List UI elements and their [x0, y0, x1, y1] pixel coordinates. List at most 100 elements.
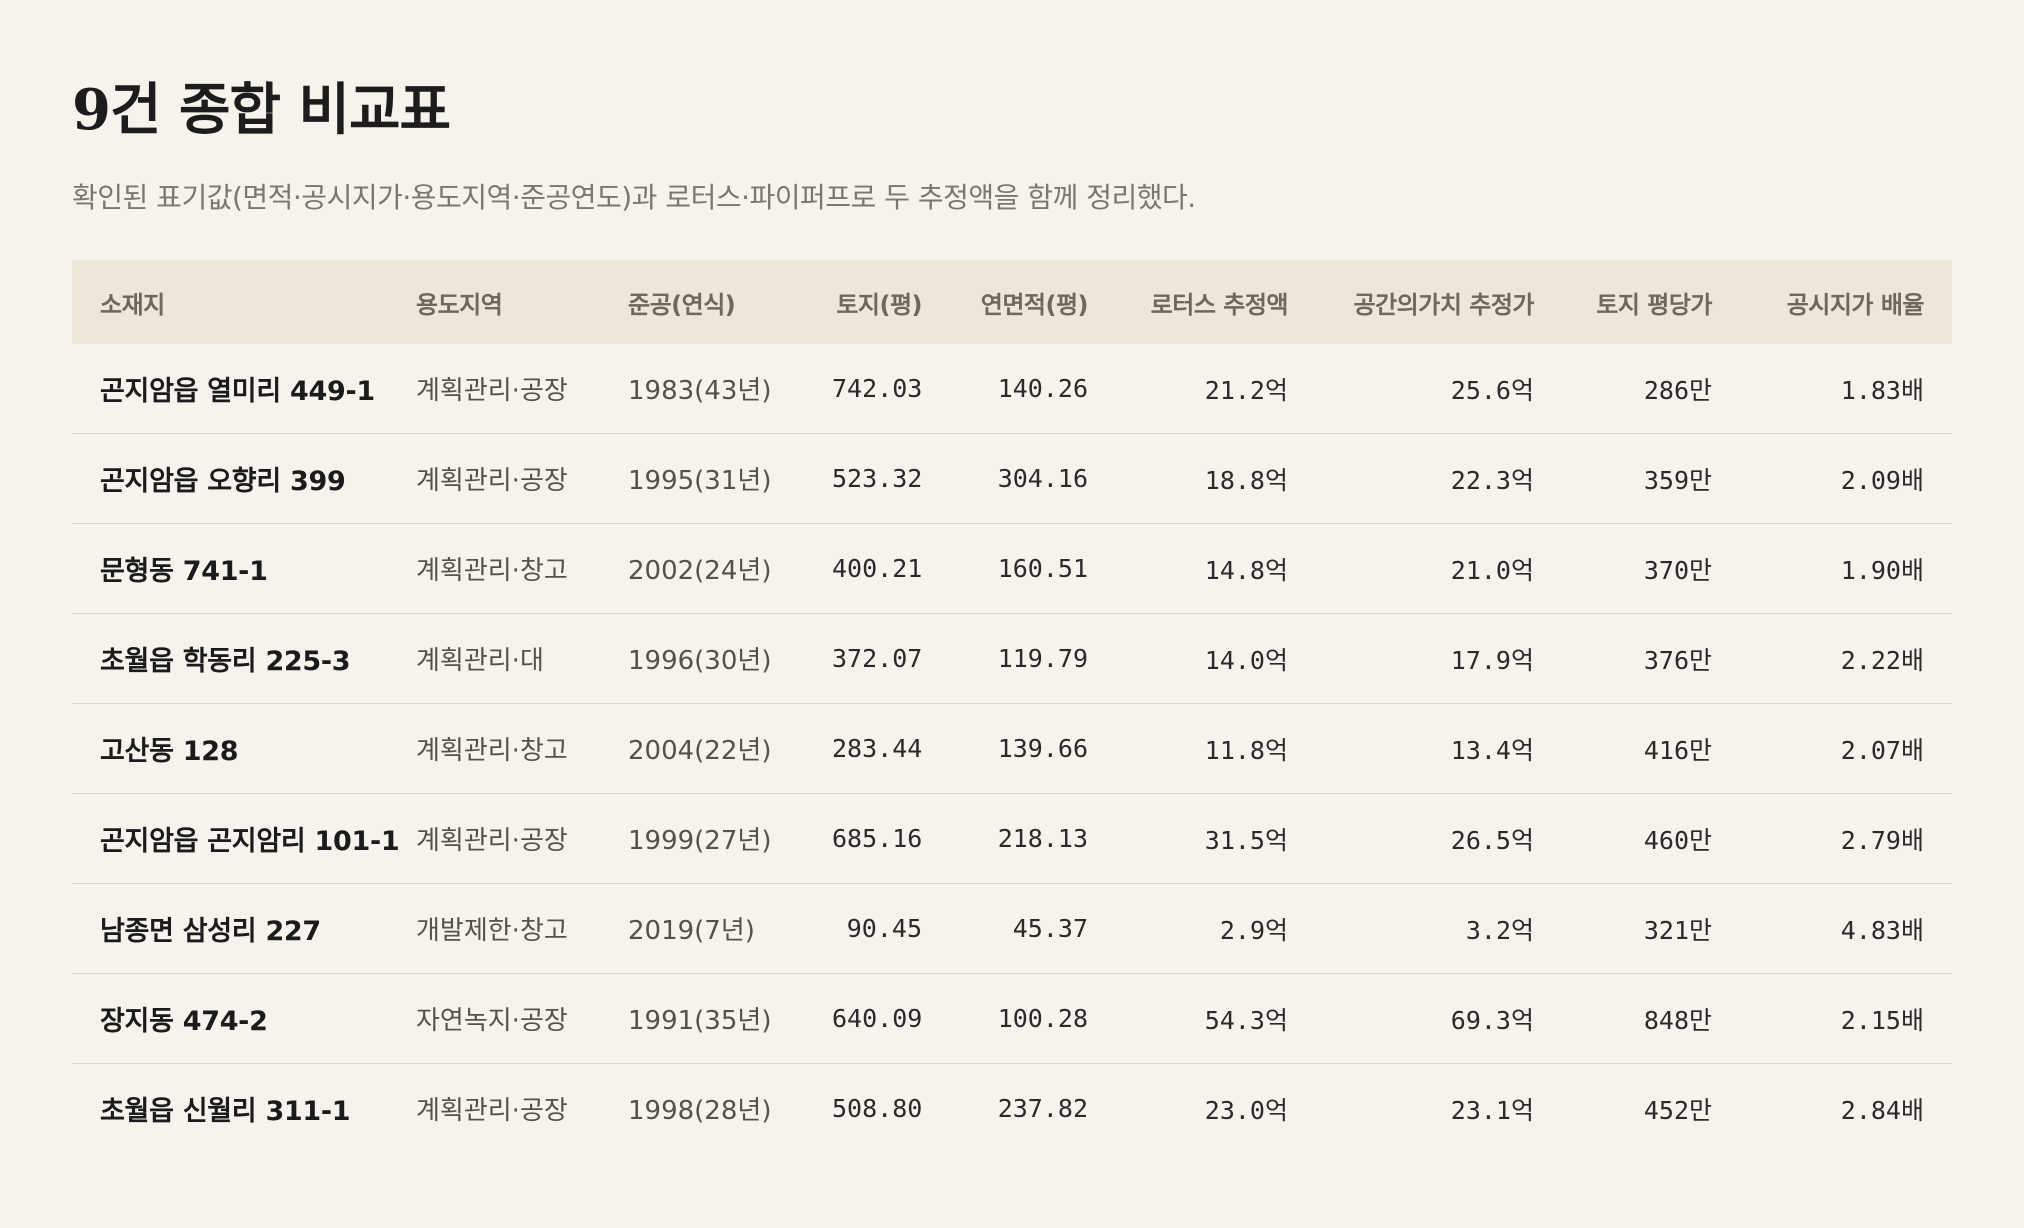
- cell-zoning: 개발제한·창고: [416, 883, 628, 974]
- cell-official-price-ratio: 2.79배: [1740, 793, 1952, 884]
- cell-lotus-estimate: 23.0억: [1116, 1063, 1316, 1153]
- cell-lotus-estimate: 31.5억: [1116, 793, 1316, 884]
- header-floor-area: 연면적(평): [980, 290, 1089, 319]
- cell-official-price-ratio: 4.83배: [1740, 883, 1952, 974]
- cell-space-value-estimate: 13.4억: [1316, 703, 1562, 794]
- cell-land-price-per-pyeong: 416만: [1562, 703, 1740, 794]
- cell-land-area: 400.21: [804, 523, 950, 614]
- cell-zoning: 계획관리·창고: [416, 523, 628, 614]
- cell-zoning: 계획관리·대: [416, 613, 628, 704]
- cell-location: 문형동 741-1: [72, 523, 416, 614]
- table-row: 장지동 474-2 자연녹지·공장 1991(35년) 640.09 100.28 54.…: [72, 973, 1952, 1064]
- cell-location: 초월읍 신월리 311-1: [72, 1063, 416, 1153]
- cell-floor-area: 218.13: [950, 793, 1116, 884]
- cell-floor-area: 139.66: [950, 703, 1116, 794]
- page-title: 9건 종합 비교표: [72, 77, 451, 143]
- cell-space-value-estimate: 25.6억: [1450, 375, 1534, 405]
- cell-built-year: 1998(28년): [628, 1063, 804, 1153]
- header-row: 소재지 용도지역 준공(연식) 토지(평) 연면적(평) 로터스 추정액 공간의…: [72, 260, 1952, 344]
- cell-official-price-ratio: 2.84배: [1740, 1063, 1952, 1153]
- cell-official-price-ratio: 1.90배: [1740, 523, 1952, 614]
- header-land-area: 토지(평): [836, 290, 922, 319]
- cell-built-year: 2019(7년): [628, 883, 804, 974]
- cell-zoning: 계획관리·공장: [416, 793, 628, 884]
- cell-location: 남종면 삼성리 227: [72, 883, 416, 974]
- cell-location: 장지동 474-2: [72, 973, 416, 1064]
- cell-built-year: 2004(22년): [628, 703, 804, 794]
- cell-land-area: 372.07: [804, 613, 950, 704]
- cell-built-year: 1983(43년): [628, 376, 772, 406]
- table-row: 남종면 삼성리 227 개발제한·창고 2019(7년) 90.45 45.37 2.9억…: [72, 883, 1952, 974]
- cell-lotus-estimate: 21.2억: [1204, 375, 1288, 405]
- cell-floor-area: 237.82: [950, 1063, 1116, 1153]
- table-row: 고산동 128 계획관리·창고 2004(22년) 283.44 139.66 11.8억…: [72, 703, 1952, 794]
- cell-space-value-estimate: 26.5억: [1316, 793, 1562, 884]
- cell-land-area: 640.09: [804, 973, 950, 1064]
- cell-built-year: 1999(27년): [628, 793, 804, 884]
- page-subtitle: 확인된 표기값(면적·공시지가·용도지역·준공연도)과 로터스·파이퍼프로 두 …: [72, 181, 1196, 214]
- cell-land-price-per-pyeong: 848만: [1562, 973, 1740, 1064]
- table-body: 곤지암읍 열미리 449-1 계획관리·공장 1983(43년) 742.03 140.…: [72, 344, 1952, 1153]
- cell-official-price-ratio: 2.09배: [1740, 433, 1952, 524]
- cell-space-value-estimate: 69.3억: [1316, 973, 1562, 1064]
- cell-location: 곤지암읍 오향리 399: [72, 433, 416, 524]
- table-row: 곤지암읍 곤지암리 101-1 계획관리·공장 1999(27년) 685.16 218…: [72, 793, 1952, 884]
- cell-official-price-ratio: 1.83배: [1840, 375, 1924, 405]
- header-land-price-per-pyeong: 토지 평당가: [1596, 290, 1712, 319]
- cell-official-price-ratio: 2.22배: [1740, 613, 1952, 704]
- cell-land-area: 283.44: [804, 703, 950, 794]
- table-row: 곤지암읍 오향리 399 계획관리·공장 1995(31년) 523.32 304.16…: [72, 433, 1952, 524]
- cell-zoning: 계획관리·공장: [416, 376, 568, 406]
- cell-land-price-per-pyeong: 376만: [1562, 613, 1740, 704]
- header-official-price-ratio: 공시지가 배율: [1786, 290, 1925, 319]
- cell-floor-area: 160.51: [950, 523, 1116, 614]
- cell-space-value-estimate: 3.2억: [1316, 883, 1562, 974]
- table-row: 초월읍 학동리 225-3 계획관리·대 1996(30년) 372.07 119.79…: [72, 613, 1952, 704]
- cell-land-price-per-pyeong: 359만: [1562, 433, 1740, 524]
- cell-official-price-ratio: 2.07배: [1740, 703, 1952, 794]
- cell-built-year: 1995(31년): [628, 433, 804, 524]
- cell-floor-area: 304.16: [950, 433, 1116, 524]
- cell-floor-area: 45.37: [950, 883, 1116, 974]
- cell-lotus-estimate: 54.3억: [1116, 973, 1316, 1064]
- header-space-value-estimate: 공간의가치 추정가: [1353, 290, 1535, 319]
- header-lotus-estimate: 로터스 추정액: [1150, 290, 1289, 319]
- cell-lotus-estimate: 11.8억: [1116, 703, 1316, 794]
- comparison-table: 소재지 용도지역 준공(연식) 토지(평) 연면적(평) 로터스 추정액 공간의…: [72, 260, 1952, 1153]
- cell-floor-area: 140.26: [997, 374, 1088, 403]
- cell-land-area: 685.16: [804, 793, 950, 884]
- cell-location: 고산동 128: [72, 703, 416, 794]
- header-built-year: 준공(연식): [628, 290, 736, 319]
- cell-lotus-estimate: 14.8억: [1116, 523, 1316, 614]
- cell-space-value-estimate: 23.1억: [1316, 1063, 1562, 1153]
- cell-space-value-estimate: 21.0억: [1316, 523, 1562, 614]
- cell-land-price-per-pyeong: 321만: [1562, 883, 1740, 974]
- cell-built-year: 2002(24년): [628, 523, 804, 614]
- cell-land-area: 523.32: [804, 433, 950, 524]
- cell-space-value-estimate: 22.3억: [1316, 433, 1562, 524]
- cell-lotus-estimate: 2.9억: [1116, 883, 1316, 974]
- table-row: 곤지암읍 열미리 449-1 계획관리·공장 1983(43년) 742.03 140.…: [72, 344, 1952, 434]
- table-row: 초월읍 신월리 311-1 계획관리·공장 1998(28년) 508.80 237.8…: [72, 1063, 1952, 1153]
- cell-zoning: 계획관리·창고: [416, 703, 628, 794]
- cell-land-area: 742.03: [832, 374, 923, 403]
- cell-built-year: 1996(30년): [628, 613, 804, 704]
- cell-land-area: 508.80: [804, 1063, 950, 1153]
- table-row: 문형동 741-1 계획관리·창고 2002(24년) 400.21 160.51 14.…: [72, 523, 1952, 614]
- cell-lotus-estimate: 18.8억: [1116, 433, 1316, 524]
- cell-zoning: 자연녹지·공장: [416, 973, 628, 1064]
- table-header: 소재지 용도지역 준공(연식) 토지(평) 연면적(평) 로터스 추정액 공간의…: [72, 260, 1952, 344]
- cell-floor-area: 119.79: [950, 613, 1116, 704]
- header-zoning: 용도지역: [416, 290, 503, 319]
- cell-zoning: 계획관리·공장: [416, 1063, 628, 1153]
- cell-land-price-per-pyeong: 452만: [1562, 1063, 1740, 1153]
- cell-location: 초월읍 학동리 225-3: [72, 613, 416, 704]
- cell-land-price-per-pyeong: 286만: [1643, 375, 1712, 405]
- cell-lotus-estimate: 14.0억: [1116, 613, 1316, 704]
- cell-land-price-per-pyeong: 370만: [1562, 523, 1740, 614]
- cell-location: 곤지암읍 열미리 449-1: [100, 376, 375, 407]
- cell-land-price-per-pyeong: 460만: [1562, 793, 1740, 884]
- cell-zoning: 계획관리·공장: [416, 433, 628, 524]
- cell-location: 곤지암읍 곤지암리 101-1: [72, 793, 416, 884]
- cell-land-area: 90.45: [804, 883, 950, 974]
